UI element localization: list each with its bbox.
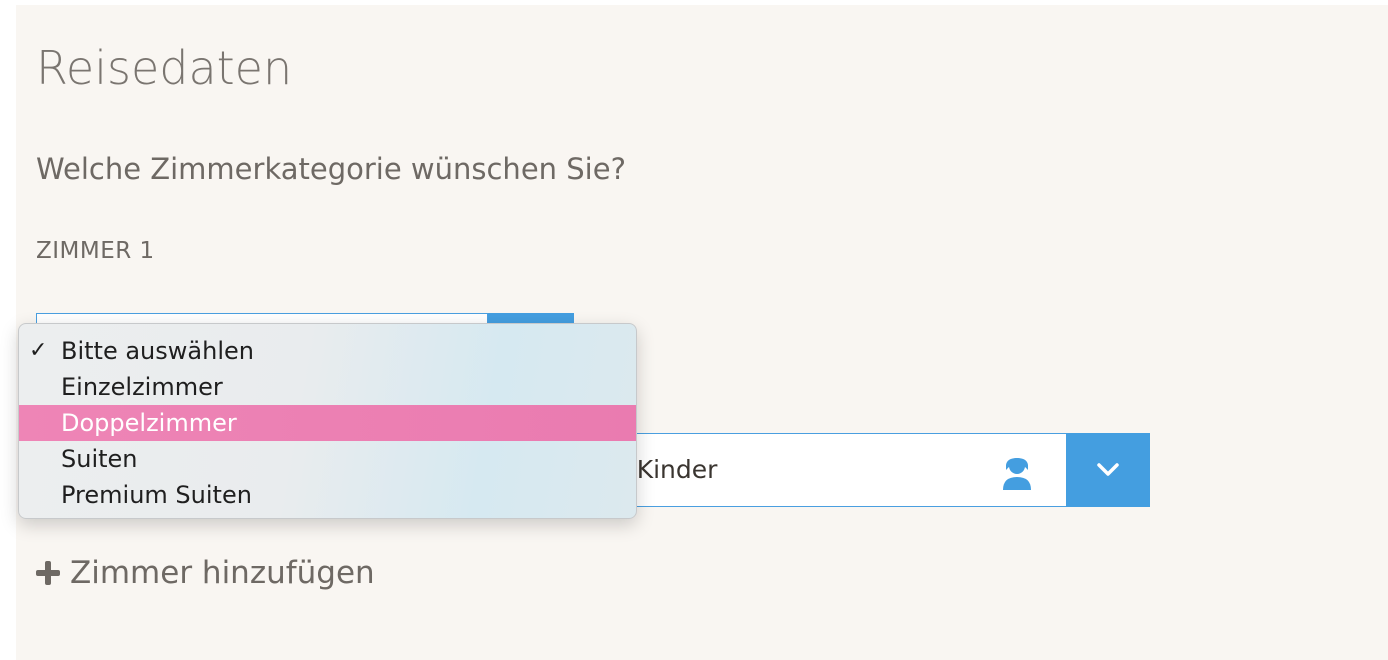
plus-icon [36,561,60,585]
checkmark-icon: ✓ [29,338,48,363]
option-label: Doppelzimmer [61,409,237,437]
add-room-link[interactable]: Zimmer hinzufügen [36,553,375,593]
option-label: Bitte auswählen [61,337,254,365]
option-suiten[interactable]: Suiten [19,441,636,477]
room-category-dropdown: ✓ Bitte auswählen Einzelzimmer Doppelzim… [18,323,637,519]
option-doppelzimmer[interactable]: Doppelzimmer [19,405,636,441]
option-premium-suiten[interactable]: Premium Suiten [19,477,636,513]
room-category-question: Welche Zimmerkategorie wünschen Sie? [36,152,626,186]
option-bitte-auswaehlen[interactable]: ✓ Bitte auswählen [19,333,636,369]
option-label: Einzelzimmer [61,373,223,401]
option-label: Suiten [61,445,138,473]
guest-count-field[interactable]: ) Kinder [600,433,1066,507]
person-icon [1003,458,1031,490]
page-title: Reisedaten [36,41,293,95]
add-room-label: Zimmer hinzufügen [70,555,375,591]
option-einzelzimmer[interactable]: Einzelzimmer [19,369,636,405]
option-label: Premium Suiten [61,481,252,509]
room-label: ZIMMER 1 [36,238,155,264]
chevron-down-icon [1097,463,1119,476]
guest-dropdown-button[interactable] [1066,433,1150,507]
